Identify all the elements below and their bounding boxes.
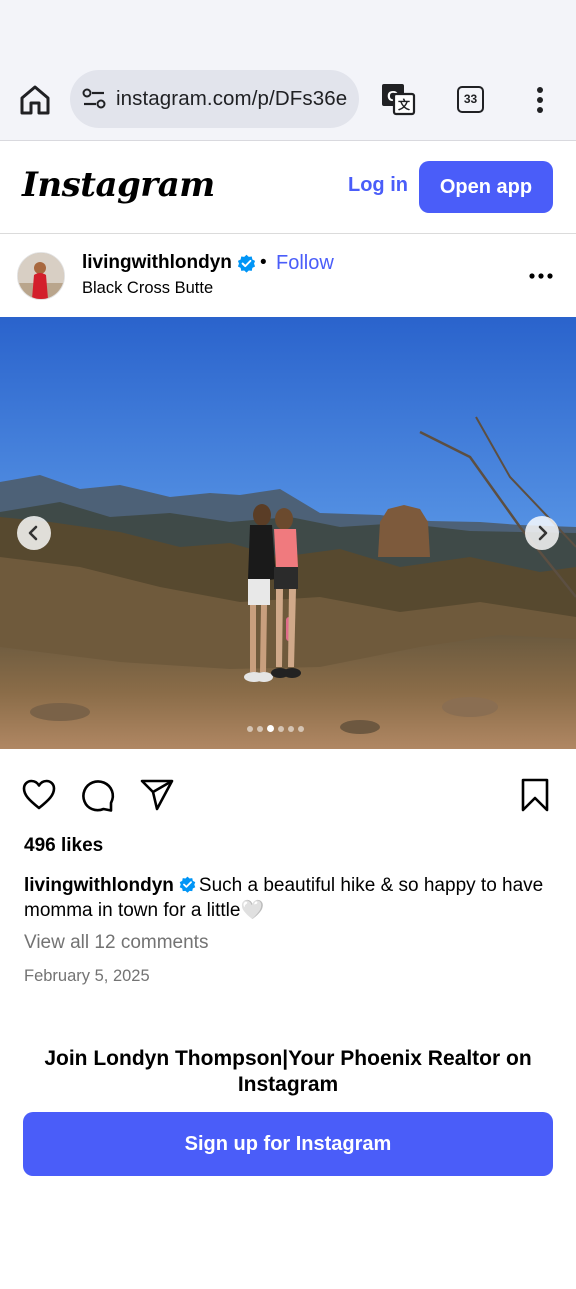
join-prompt: Join Londyn Thompson|Your Phoenix Realto…: [44, 1047, 532, 1096]
post-header: livingwithlondyn • Follow Black Cross Bu…: [0, 235, 576, 317]
home-icon[interactable]: [18, 84, 52, 116]
carousel-dot: [278, 726, 284, 732]
svg-text:文: 文: [398, 97, 411, 112]
chevron-right-icon: [538, 525, 548, 541]
post-location[interactable]: Black Cross Butte: [82, 279, 213, 298]
post-username[interactable]: livingwithlondyn: [82, 252, 232, 274]
post-actions: [0, 775, 576, 815]
comment-icon[interactable]: [80, 777, 116, 813]
view-comments-link[interactable]: View all 12 comments: [24, 932, 208, 954]
login-link[interactable]: Log in: [348, 174, 408, 197]
status-bar: [0, 0, 576, 58]
instagram-header: Instagram Log in Open app: [0, 141, 576, 234]
verified-badge-icon: [179, 876, 196, 893]
carousel-indicator: [247, 719, 308, 732]
site-settings-icon[interactable]: [82, 88, 106, 110]
carousel-dot: [257, 726, 263, 732]
more-options-icon[interactable]: [528, 271, 554, 281]
carousel-dot: [247, 726, 253, 732]
bookmark-icon[interactable]: [517, 777, 553, 813]
chevron-left-icon: [28, 525, 38, 541]
follow-button[interactable]: Follow: [276, 252, 334, 275]
likes-count[interactable]: 496 likes: [24, 835, 103, 857]
separator-dot: •: [260, 252, 267, 273]
address-bar[interactable]: instagram.com/p/DFs36er: [70, 70, 359, 128]
tab-switcher-button[interactable]: 33: [457, 86, 484, 113]
verified-badge-icon: [237, 254, 256, 273]
post-caption: livingwithlondyn Such a beautiful hike &…: [24, 873, 554, 923]
carousel-prev-button[interactable]: [17, 516, 51, 550]
hike-photo: [0, 317, 576, 749]
url-text[interactable]: instagram.com/p/DFs36er: [116, 87, 348, 111]
post-photo[interactable]: [0, 317, 576, 749]
caption-username[interactable]: livingwithlondyn: [24, 875, 174, 896]
instagram-logo[interactable]: Instagram: [22, 165, 215, 205]
browser-toolbar: instagram.com/p/DFs36er G 文 33: [0, 58, 576, 141]
share-send-icon[interactable]: [139, 777, 175, 813]
translate-icon[interactable]: G 文: [380, 82, 416, 116]
signup-button[interactable]: Sign up for Instagram: [23, 1112, 553, 1176]
carousel-dot: [267, 725, 274, 732]
carousel-next-button[interactable]: [525, 516, 559, 550]
more-vert-icon[interactable]: [532, 86, 548, 114]
carousel-dot: [288, 726, 294, 732]
open-app-button[interactable]: Open app: [419, 161, 553, 213]
post-date[interactable]: February 5, 2025: [24, 967, 150, 986]
carousel-dot: [298, 726, 304, 732]
like-heart-icon[interactable]: [21, 777, 57, 813]
avatar[interactable]: [17, 252, 65, 300]
